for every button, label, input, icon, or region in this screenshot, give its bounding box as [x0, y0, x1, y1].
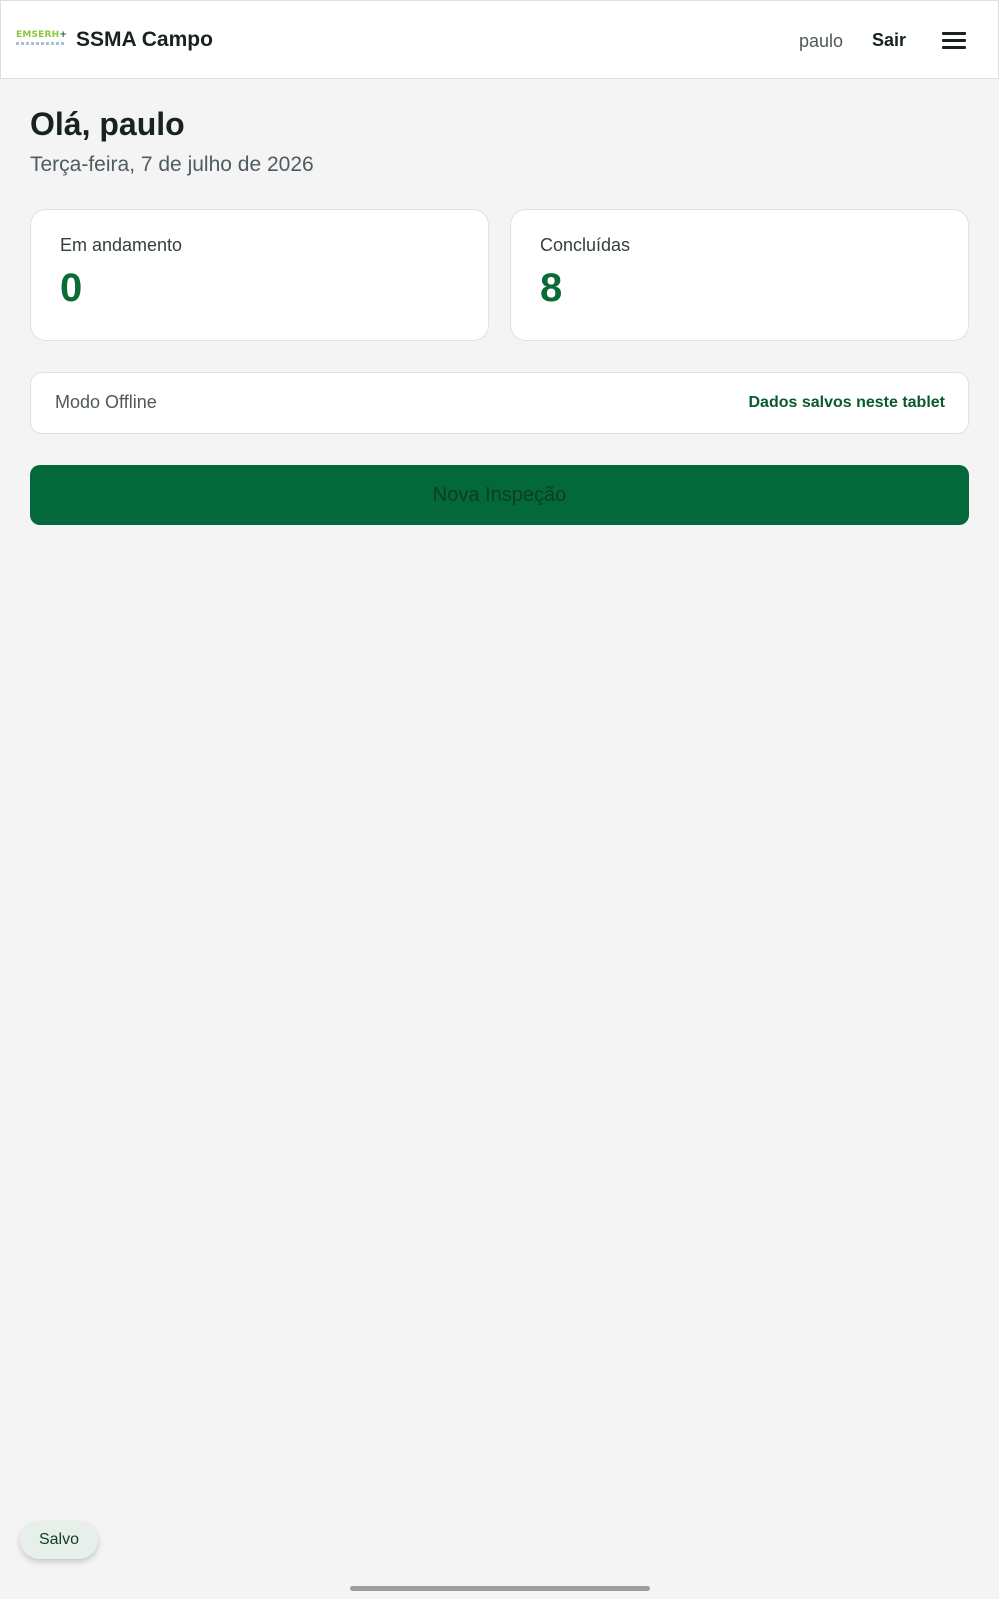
offline-mode-label: Modo Offline: [55, 392, 157, 412]
offline-status-text: Dados salvos neste tablet: [748, 394, 945, 411]
stat-value: 8: [540, 266, 563, 310]
stat-card-in-progress: Em andamento 0: [30, 209, 489, 341]
new-inspection-button[interactable]: Nova Inspeção: [30, 465, 969, 525]
greeting-title: Olá, paulo: [30, 106, 185, 142]
logo-plus: +: [59, 30, 68, 40]
hamburger-menu-icon[interactable]: [942, 32, 966, 49]
emserh-logo: EMSERH+: [16, 30, 68, 51]
logo-text: EMSERH: [16, 30, 60, 40]
home-indicator[interactable]: [350, 1586, 650, 1591]
logo-tagline: [16, 42, 64, 45]
current-date: Terça-feira, 7 de julho de 2026: [30, 153, 314, 176]
offline-mode-banner: Modo Offline Dados salvos neste tablet: [30, 372, 969, 434]
stat-value: 0: [60, 266, 83, 310]
app-root: EMSERH+ SSMA Campo paulo Sair Olá, paulo…: [0, 0, 999, 1599]
app-title: SSMA Campo: [76, 28, 213, 51]
stat-label: Concluídas: [540, 235, 631, 255]
stat-card-completed: Concluídas 8: [510, 209, 969, 341]
username-label: paulo: [799, 31, 844, 51]
logout-button[interactable]: Sair: [872, 30, 906, 51]
saved-toast: Salvo: [20, 1521, 98, 1559]
top-bar: EMSERH+ SSMA Campo paulo Sair: [0, 0, 999, 79]
stat-label: Em andamento: [60, 235, 183, 255]
